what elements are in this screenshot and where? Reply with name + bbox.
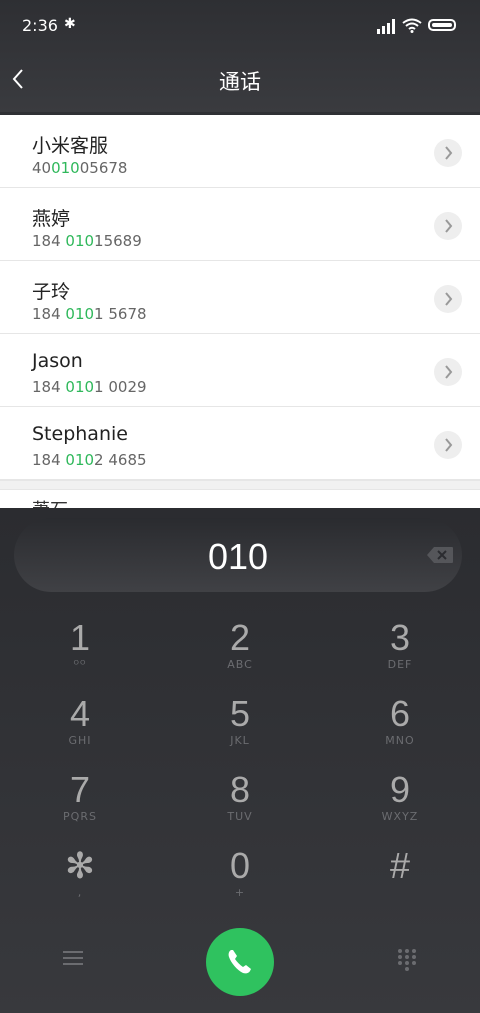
backspace-icon[interactable] bbox=[426, 546, 454, 564]
key-letters: DEF bbox=[387, 658, 413, 671]
contact-row[interactable]: Stephanie 184 0102 4685 bbox=[0, 407, 480, 480]
key-digit: 5 bbox=[229, 693, 251, 734]
dialed-number: 010 bbox=[207, 536, 269, 577]
key-digit: 9 bbox=[389, 769, 411, 810]
key-letters: + bbox=[234, 886, 246, 899]
key-digit: 8 bbox=[229, 769, 251, 810]
contact-number: 184 01015689 bbox=[32, 232, 142, 250]
key-3[interactable]: 3 DEF bbox=[340, 618, 460, 688]
key-digit: ✻ bbox=[64, 845, 96, 886]
key-digit: 0 bbox=[229, 845, 251, 886]
contact-name: 子玲 bbox=[32, 281, 71, 303]
signal-icon bbox=[377, 19, 395, 34]
contact-row[interactable]: Jason 184 0101 0029 bbox=[0, 334, 480, 407]
key-7[interactable]: 7 PQRS bbox=[20, 770, 140, 840]
key-letters: TUV bbox=[227, 810, 253, 823]
contact-number: 184 0102 4685 bbox=[32, 451, 147, 469]
status-time: 2:36 bbox=[22, 16, 58, 35]
chevron-right-icon[interactable] bbox=[434, 358, 462, 386]
contact-number: 184 0101 5678 bbox=[32, 305, 147, 323]
key-digit: 3 bbox=[389, 617, 411, 658]
page-title: 通话 bbox=[219, 70, 261, 94]
top-bar: 2:36 ✱ 通话 bbox=[0, 0, 480, 112]
key-letters: , bbox=[77, 886, 83, 899]
key-digit: 1 bbox=[69, 617, 91, 658]
contact-name: 小米客服 bbox=[32, 135, 109, 157]
contact-row[interactable]: 子玲 184 0101 5678 bbox=[0, 261, 480, 334]
key-star[interactable]: ✻ , bbox=[20, 846, 140, 916]
call-button[interactable] bbox=[206, 928, 274, 996]
partial-contact-row[interactable]: 萧石 bbox=[0, 480, 480, 510]
key-letters: GHI bbox=[68, 734, 92, 747]
chevron-right-icon[interactable] bbox=[434, 139, 462, 167]
key-2[interactable]: 2 ABC bbox=[180, 618, 300, 688]
contact-number: 4001005678 bbox=[32, 159, 128, 177]
chevron-right-icon[interactable] bbox=[434, 431, 462, 459]
key-5[interactable]: 5 JKL bbox=[180, 694, 300, 764]
dialer-panel: 010 1 ᴼᴼ 2 ABC 3 DEF 4 GHI 5 JKL 6 MNO 7… bbox=[0, 508, 480, 1013]
phone-icon bbox=[228, 950, 251, 974]
contact-name: Jason bbox=[32, 350, 83, 372]
key-9[interactable]: 9 WXYZ bbox=[340, 770, 460, 840]
key-6[interactable]: 6 MNO bbox=[340, 694, 460, 764]
chevron-right-icon[interactable] bbox=[434, 285, 462, 313]
key-digit: 6 bbox=[389, 693, 411, 734]
chevron-right-icon[interactable] bbox=[434, 212, 462, 240]
key-letters: WXYZ bbox=[381, 810, 419, 823]
contact-number: 184 0101 0029 bbox=[32, 378, 147, 396]
battery-icon bbox=[428, 19, 456, 31]
key-letters: JKL bbox=[230, 734, 250, 747]
number-display: 010 bbox=[14, 518, 462, 592]
key-8[interactable]: 8 TUV bbox=[180, 770, 300, 840]
dialpad-icon[interactable] bbox=[396, 948, 418, 972]
key-letters: MNO bbox=[385, 734, 415, 747]
key-digit: 7 bbox=[69, 769, 91, 810]
contact-name: Stephanie bbox=[32, 423, 128, 445]
contact-row[interactable]: 燕婷 184 01015689 bbox=[0, 188, 480, 261]
key-4[interactable]: 4 GHI bbox=[20, 694, 140, 764]
key-digit: 2 bbox=[229, 617, 251, 658]
contact-list: 小米客服 4001005678 燕婷 184 01015689 子玲 184 0… bbox=[0, 115, 480, 510]
key-1[interactable]: 1 ᴼᴼ bbox=[20, 618, 140, 688]
key-hash[interactable]: # bbox=[340, 846, 460, 916]
contact-name: 燕婷 bbox=[32, 208, 71, 230]
status-bar: 2:36 ✱ bbox=[0, 14, 480, 38]
menu-icon[interactable] bbox=[62, 948, 84, 968]
key-digit: 4 bbox=[69, 693, 91, 734]
bluetooth-icon: ✱ bbox=[64, 16, 76, 32]
key-0[interactable]: 0 + bbox=[180, 846, 300, 916]
key-letters: PQRS bbox=[63, 810, 97, 823]
contact-row[interactable]: 小米客服 4001005678 bbox=[0, 115, 480, 188]
key-digit: # bbox=[389, 845, 411, 886]
wifi-icon bbox=[402, 18, 422, 33]
voicemail-icon: ᴼᴼ bbox=[73, 658, 87, 671]
key-letters: ABC bbox=[227, 658, 253, 671]
